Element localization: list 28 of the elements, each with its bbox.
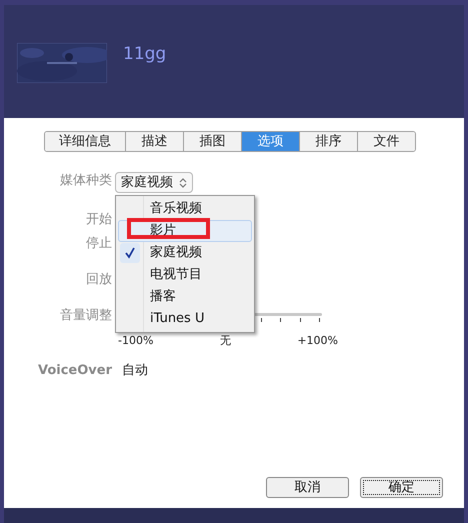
field-label: 开始 bbox=[86, 211, 112, 229]
menu-item[interactable]: 家庭视频 bbox=[118, 242, 252, 264]
menu-item[interactable]: 电视节目 bbox=[118, 264, 252, 286]
tab[interactable]: 描述 bbox=[125, 132, 183, 151]
field-label: 媒体种类 bbox=[60, 172, 112, 190]
up-down-chevron-icon bbox=[179, 176, 187, 188]
menu-item[interactable]: 影片 bbox=[118, 220, 252, 242]
menu-item[interactable]: 音乐视频 bbox=[118, 198, 252, 220]
scale-label: 无 bbox=[220, 333, 231, 349]
checkmark-icon bbox=[120, 243, 140, 263]
tab[interactable]: 选项 bbox=[241, 132, 299, 151]
menu-item[interactable]: iTunes U bbox=[118, 308, 252, 330]
field-label: 音量调整 bbox=[60, 307, 112, 325]
field-label: 停止 bbox=[86, 235, 112, 253]
scale-label: +100% bbox=[297, 333, 338, 349]
media-kind-dropdown[interactable]: 家庭视频 bbox=[115, 172, 193, 193]
field-label: 回放 bbox=[86, 271, 112, 289]
dialog-button[interactable]: 取消 bbox=[266, 477, 349, 498]
tab[interactable]: 文件 bbox=[357, 132, 415, 151]
menu-item[interactable]: 播客 bbox=[118, 286, 252, 308]
tab[interactable]: 详细信息 bbox=[45, 132, 125, 151]
dialog-button[interactable]: 确定 bbox=[360, 477, 443, 498]
scale-label: -100% bbox=[118, 333, 154, 349]
tab[interactable]: 排序 bbox=[299, 132, 357, 151]
field-label: VoiceOver bbox=[38, 362, 112, 380]
voiceover-value: 自动 bbox=[122, 362, 148, 380]
tab[interactable]: 插图 bbox=[183, 132, 241, 151]
media-title: 11gg bbox=[123, 46, 166, 63]
